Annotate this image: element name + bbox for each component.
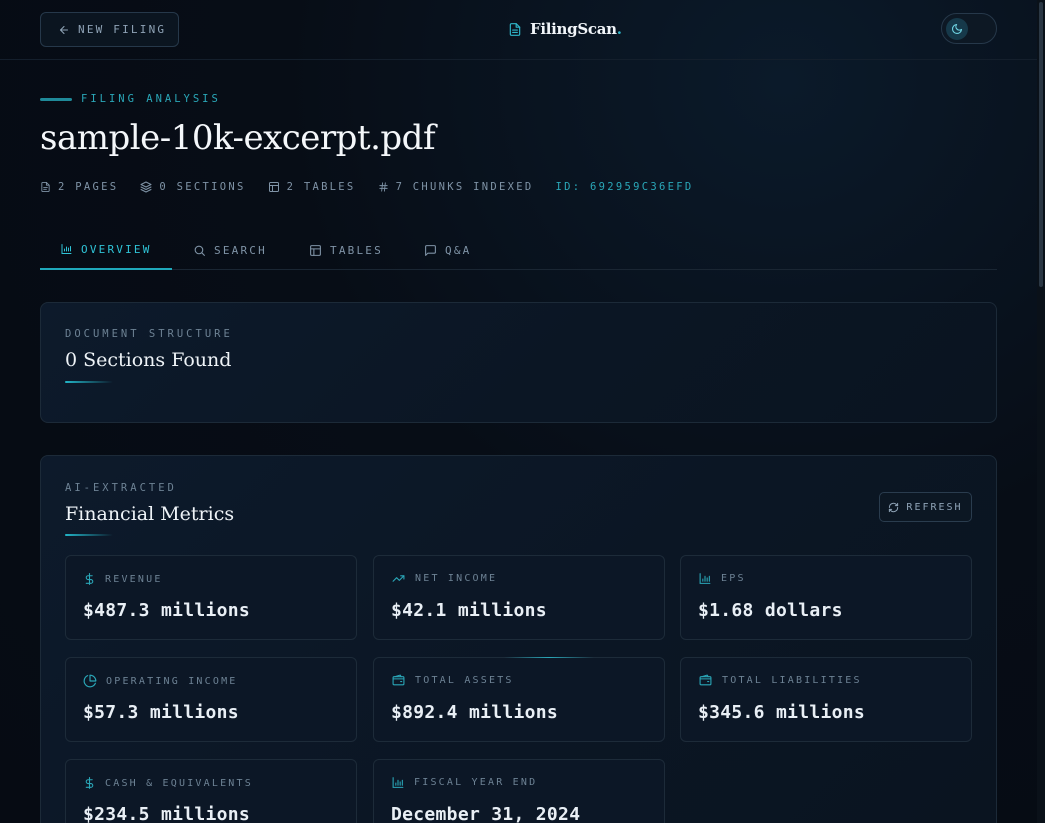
bar-chart-icon bbox=[698, 572, 712, 585]
metric-value: $57.3 millions bbox=[83, 702, 239, 723]
tab-qa-label: Q&A bbox=[445, 243, 472, 257]
tab-tables-label: TABLES bbox=[330, 243, 383, 257]
meta-sections: 0 SECTIONS bbox=[140, 181, 245, 193]
metric-revenue: REVENUE $487.3 millions bbox=[65, 555, 357, 640]
metric-label: TOTAL LIABILITIES bbox=[722, 675, 862, 686]
metric-label: REVENUE bbox=[105, 573, 163, 585]
eyebrow-label: FILING ANALYSIS bbox=[81, 93, 221, 105]
card-label: AI-EXTRACTED bbox=[65, 482, 177, 494]
tab-search-label: SEARCH bbox=[214, 243, 267, 257]
section-eyebrow: FILING ANALYSIS bbox=[40, 93, 221, 105]
card-title: 0 Sections Found bbox=[65, 349, 232, 371]
metric-value: $1.68 dollars bbox=[698, 600, 843, 621]
scrollbar-thumb[interactable] bbox=[1039, 2, 1043, 287]
card-title: Financial Metrics bbox=[65, 503, 235, 525]
brand-logo[interactable]: FilingScan. bbox=[508, 18, 622, 40]
metric-label: EPS bbox=[721, 573, 746, 584]
metric-label-row: CASH & EQUIVALENTS bbox=[83, 776, 253, 790]
metric-total-liabilities: TOTAL LIABILITIES $345.6 millions bbox=[680, 657, 972, 742]
metric-label-row: TOTAL LIABILITIES bbox=[698, 674, 862, 687]
new-filing-button[interactable]: NEW FILING bbox=[40, 12, 179, 47]
metric-operating-income: OPERATING INCOME $57.3 millions bbox=[65, 657, 357, 742]
chat-icon bbox=[424, 244, 437, 257]
metric-value: December 31, 2024 bbox=[391, 804, 581, 823]
financial-metrics-card: AI-EXTRACTED Financial Metrics REFRESH R… bbox=[40, 455, 997, 823]
trending-up-icon bbox=[391, 572, 406, 585]
metric-value: $42.1 millions bbox=[391, 600, 547, 621]
metric-value: $487.3 millions bbox=[83, 600, 251, 621]
metric-label-row: REVENUE bbox=[83, 572, 163, 586]
metric-value: $345.6 millions bbox=[698, 702, 866, 723]
meta-document-id: ID: 692959C36EFD bbox=[555, 181, 694, 193]
wallet-icon bbox=[391, 674, 406, 687]
meta-tables: 2 TABLES bbox=[268, 181, 356, 193]
meta-pages-text: 2 PAGES bbox=[58, 181, 119, 193]
card-label: DOCUMENT STRUCTURE bbox=[65, 328, 233, 340]
wallet-icon bbox=[698, 674, 713, 687]
refresh-icon bbox=[888, 502, 899, 513]
metric-label-row: EPS bbox=[698, 572, 746, 585]
file-icon bbox=[40, 181, 51, 193]
new-filing-label: NEW FILING bbox=[78, 23, 167, 36]
brand-name: FilingScan. bbox=[530, 20, 622, 38]
metric-cash-equivalents: CASH & EQUIVALENTS $234.5 millions bbox=[65, 759, 357, 823]
meta-tables-text: 2 TABLES bbox=[286, 181, 356, 193]
tab-bar: OVERVIEW SEARCH TABLES Q&A bbox=[40, 230, 997, 270]
title-underline bbox=[65, 534, 113, 536]
dollar-icon bbox=[83, 572, 96, 586]
metric-label-row: NET INCOME bbox=[391, 572, 497, 585]
metric-label-row: FISCAL YEAR END bbox=[391, 776, 537, 789]
metric-eps: EPS $1.68 dollars bbox=[680, 555, 972, 640]
tab-tables[interactable]: TABLES bbox=[289, 230, 403, 270]
meta-sections-text: 0 SECTIONS bbox=[159, 181, 246, 193]
arrow-left-icon bbox=[58, 24, 70, 36]
search-icon bbox=[193, 244, 206, 257]
card-highlight bbox=[504, 657, 594, 658]
bar-chart-icon bbox=[60, 243, 73, 255]
meta-chunks-text: 7 CHUNKS INDEXED bbox=[395, 181, 534, 193]
refresh-button[interactable]: REFRESH bbox=[879, 492, 972, 522]
metric-net-income: NET INCOME $42.1 millions bbox=[373, 555, 665, 640]
meta-pages: 2 PAGES bbox=[40, 181, 118, 193]
metric-value: $892.4 millions bbox=[391, 702, 559, 723]
metric-total-assets: TOTAL ASSETS $892.4 millions bbox=[373, 657, 665, 742]
theme-toggle[interactable] bbox=[941, 13, 997, 44]
metric-label: CASH & EQUIVALENTS bbox=[105, 777, 253, 789]
eyebrow-accent-line bbox=[40, 97, 72, 101]
metric-label-row: OPERATING INCOME bbox=[83, 674, 238, 688]
title-underline bbox=[65, 381, 113, 383]
top-bar: NEW FILING FilingScan. bbox=[0, 0, 1037, 60]
page-title: sample-10k-excerpt.pdf bbox=[40, 118, 436, 158]
bar-chart-icon bbox=[391, 776, 405, 789]
metric-label: TOTAL ASSETS bbox=[415, 675, 514, 686]
pie-chart-icon bbox=[83, 674, 97, 688]
dollar-icon bbox=[83, 776, 96, 790]
metric-value: $234.5 millions bbox=[83, 804, 251, 823]
hash-icon bbox=[378, 181, 389, 193]
table-icon bbox=[268, 181, 280, 193]
metric-label-row: TOTAL ASSETS bbox=[391, 674, 514, 687]
metric-fiscal-year-end: FISCAL YEAR END December 31, 2024 bbox=[373, 759, 665, 823]
tab-overview[interactable]: OVERVIEW bbox=[40, 230, 172, 270]
tab-overview-label: OVERVIEW bbox=[81, 242, 152, 256]
moon-icon bbox=[946, 18, 968, 40]
document-icon bbox=[508, 22, 522, 37]
table-icon bbox=[309, 244, 322, 257]
document-meta: 2 PAGES 0 SECTIONS 2 TABLES 7 CHUNKS IND… bbox=[40, 181, 693, 193]
document-structure-card: DOCUMENT STRUCTURE 0 Sections Found bbox=[40, 302, 997, 423]
refresh-label: REFRESH bbox=[906, 501, 963, 513]
metric-label: OPERATING INCOME bbox=[106, 675, 238, 687]
tab-qa[interactable]: Q&A bbox=[404, 230, 491, 270]
metric-label: FISCAL YEAR END bbox=[414, 777, 538, 788]
layers-icon bbox=[140, 181, 152, 193]
metric-label: NET INCOME bbox=[415, 573, 498, 584]
meta-chunks: 7 CHUNKS INDEXED bbox=[378, 181, 534, 193]
tab-search[interactable]: SEARCH bbox=[173, 230, 287, 270]
